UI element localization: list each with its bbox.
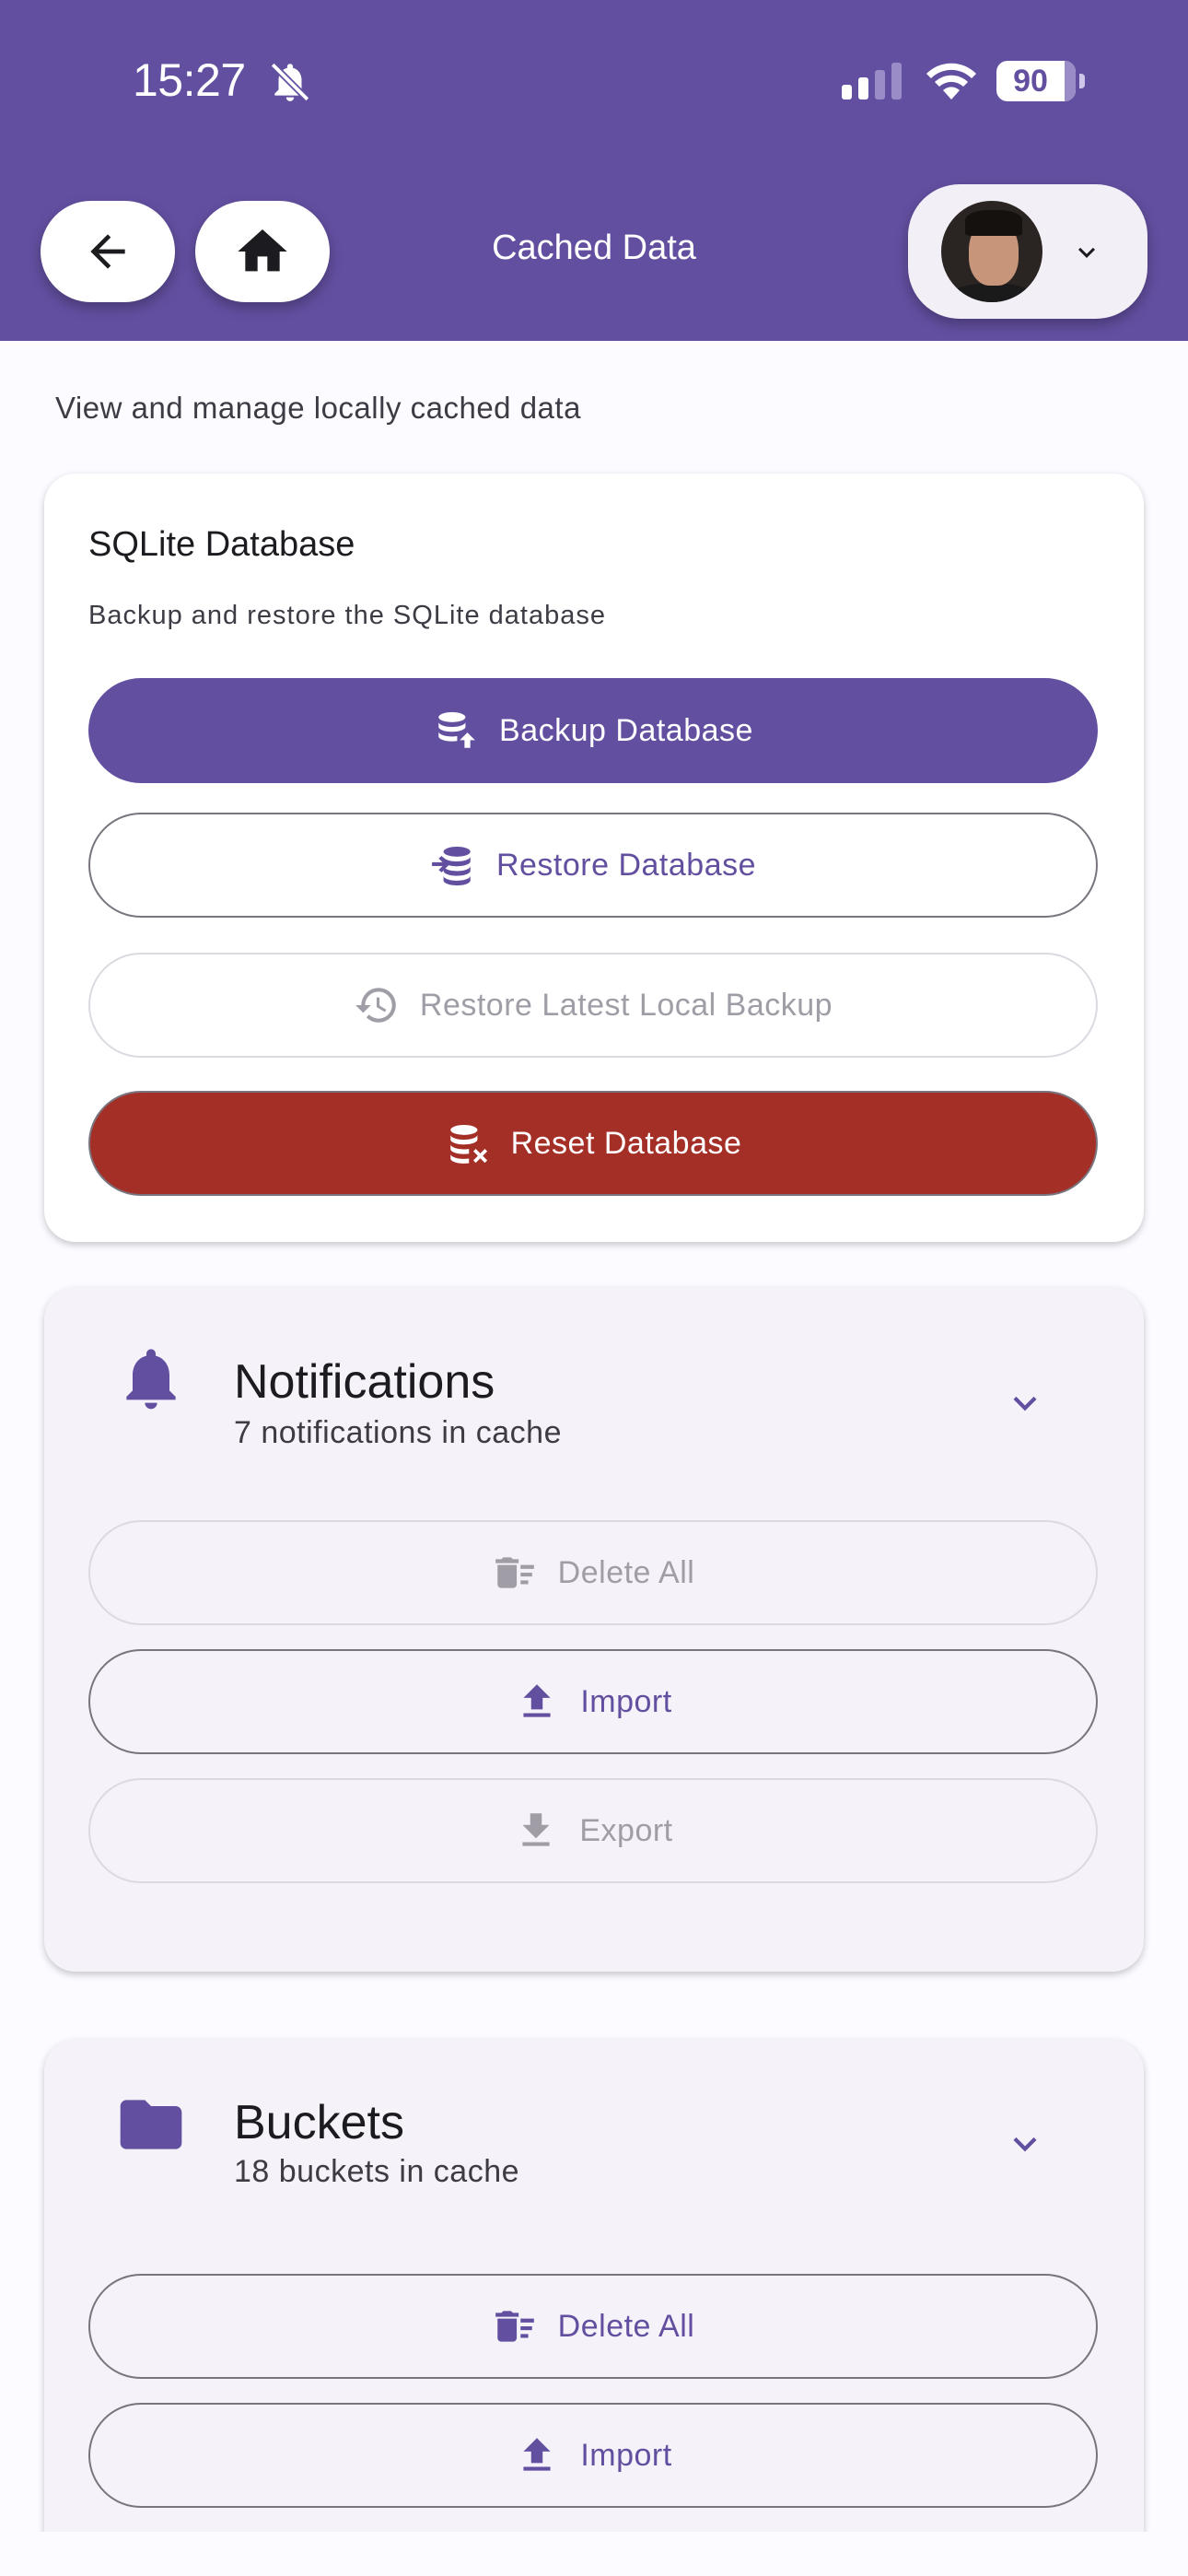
bell-off-icon (270, 62, 310, 102)
database-import-icon (432, 847, 471, 886)
folder-icon (120, 2100, 182, 2149)
restore-database-button[interactable]: Restore Database (88, 813, 1098, 918)
battery-indicator: 90 (996, 61, 1085, 101)
database-upload-icon (438, 712, 475, 748)
chevron-down-icon[interactable] (1002, 2121, 1048, 2167)
sqlite-database-card: SQLite Database Backup and restore the S… (44, 474, 1144, 1242)
buckets-card: Buckets 18 buckets in cache Delete All I… (44, 2040, 1144, 2576)
database-title: SQLite Database (88, 525, 355, 564)
backup-database-label: Backup Database (499, 712, 753, 748)
buckets-count: 18 buckets in cache (234, 2154, 520, 2189)
notifications-import-label: Import (580, 1683, 672, 1719)
battery-percent: 90 (1013, 64, 1048, 99)
chevron-down-icon (1078, 247, 1095, 258)
buckets-delete-all-label: Delete All (557, 2308, 695, 2344)
database-description: Backup and restore the SQLite database (88, 601, 606, 630)
restore-database-label: Restore Database (495, 847, 757, 883)
page-subtitle: View and manage locally cached data (55, 391, 581, 425)
chevron-down-icon[interactable] (1002, 1380, 1048, 1426)
history-icon (355, 988, 396, 1023)
backup-database-button[interactable]: Backup Database (88, 678, 1098, 783)
notifications-count: 7 notifications in cache (234, 1415, 562, 1450)
notifications-import-button[interactable]: Import (88, 1649, 1098, 1754)
account-menu-button[interactable] (908, 184, 1147, 319)
notifications-title: Notifications (234, 1355, 495, 1409)
buckets-delete-all-button[interactable]: Delete All (88, 2274, 1098, 2379)
notifications-export-button[interactable]: Export (88, 1778, 1098, 1883)
notifications-delete-all-button[interactable]: Delete All (88, 1520, 1098, 1625)
app-bar: 15:27 90 Cached Data (0, 0, 1188, 341)
delete-sweep-icon (495, 2311, 534, 2342)
arrow-back-icon (90, 234, 125, 269)
restore-latest-backup-button[interactable]: Restore Latest Local Backup (88, 953, 1098, 1058)
buckets-import-button[interactable]: Import (88, 2403, 1098, 2508)
download-icon (522, 1813, 550, 1846)
status-time: 15:27 (133, 54, 246, 106)
cellular-signal-icon (842, 63, 902, 100)
buckets-title: Buckets (234, 2096, 404, 2149)
database-remove-icon (449, 1125, 487, 1164)
reset-database-label: Reset Database (510, 1125, 742, 1161)
bottom-safe-area (0, 2532, 1188, 2576)
reset-database-button[interactable]: Reset Database (88, 1091, 1098, 1196)
avatar (941, 201, 1042, 302)
notifications-card: Notifications 7 notifications in cache D… (44, 1288, 1144, 1972)
delete-sweep-icon (495, 1557, 534, 1588)
page-title: Cached Data (492, 228, 696, 267)
back-button[interactable] (41, 201, 175, 302)
bell-icon (126, 1349, 176, 1410)
restore-latest-backup-label: Restore Latest Local Backup (419, 987, 833, 1023)
upload-icon (523, 2438, 551, 2471)
home-icon (238, 229, 287, 272)
wifi-icon (926, 63, 976, 100)
notifications-export-label: Export (579, 1812, 673, 1848)
buckets-import-label: Import (580, 2437, 672, 2473)
home-button[interactable] (195, 201, 330, 302)
notifications-delete-all-label: Delete All (557, 1554, 695, 1590)
upload-icon (523, 1684, 551, 1717)
